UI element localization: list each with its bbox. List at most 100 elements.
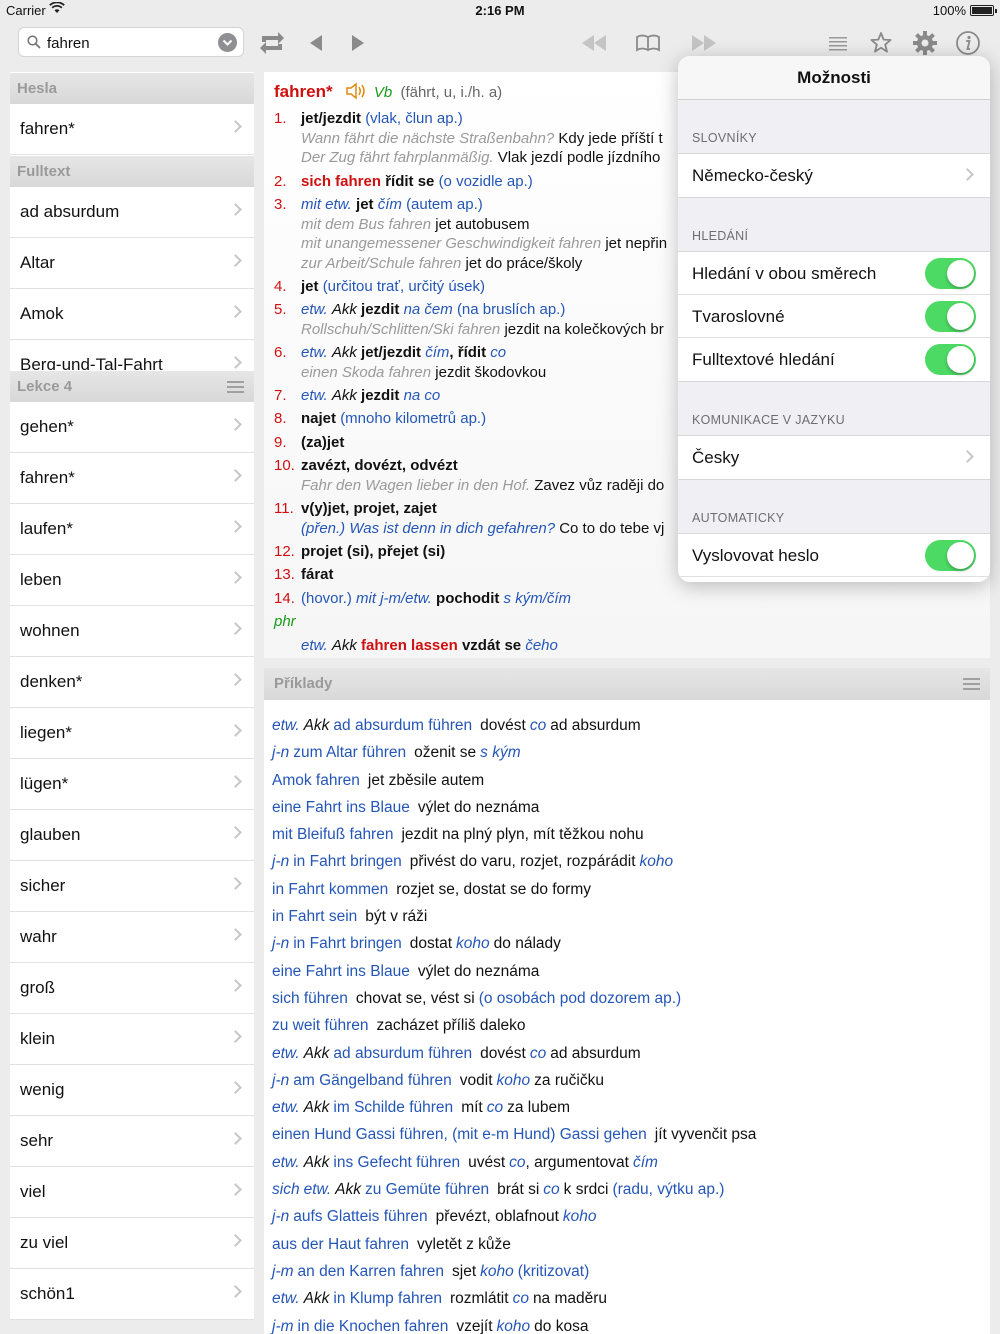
chevron-right-icon	[229, 120, 242, 133]
search-input[interactable]	[47, 32, 207, 54]
example-czech: dostat	[409, 935, 453, 953]
toggle-both-directions[interactable]	[925, 258, 976, 289]
example-german: sich führen	[272, 989, 348, 1007]
example-row[interactable]: Amok fahren jet zběsile autem	[264, 767, 990, 794]
examples-panel: Příklady etw. Akk ad absurdum führen dovést…	[264, 668, 990, 1334]
toggle-fulltext[interactable]	[925, 344, 976, 375]
list-item[interactable]: sicher	[10, 861, 254, 912]
list-item[interactable]: groß	[10, 963, 254, 1014]
back-button[interactable]	[300, 28, 332, 58]
chevron-right-icon	[229, 305, 242, 318]
chevron-right-icon	[229, 356, 242, 369]
example-row[interactable]: eine Fahrt ins Blaue výlet do neznáma	[264, 958, 990, 985]
list-item[interactable]: fahren*	[10, 104, 254, 155]
example-row[interactable]: j-n in Fahrt bringen dostat koho do nálady	[264, 930, 990, 957]
example-row[interactable]: j-m in die Knochen fahren vzejít koho do kos…	[264, 1313, 990, 1334]
chevron-right-icon	[229, 254, 242, 267]
menu-icon[interactable]	[227, 381, 244, 393]
dictionary-selector[interactable]: Německo-český	[678, 154, 990, 197]
sense-8: 8. najet (mnoho kilometrů ap.)	[274, 410, 487, 427]
grammar-forms: (fährt, u, i./h. a)	[400, 84, 503, 101]
example-row[interactable]: in Fahrt kommen rozjet se, dostat se do f…	[264, 876, 990, 903]
search-box[interactable]	[18, 27, 244, 57]
example-czech: ad absurdum	[550, 1044, 641, 1062]
example-row[interactable]: sich führen chovat se, vést si (o osobách …	[264, 985, 990, 1012]
example-row[interactable]: j-n aufs Glatteis führen převézt, oblafnou…	[264, 1203, 990, 1230]
example-row[interactable]: j-m an den Karren fahren sjet koho (kritizov…	[264, 1258, 990, 1285]
list-item[interactable]: viel	[10, 1167, 254, 1218]
example-row[interactable]: etw. Akk in Klump fahren rozmlátit co na madě…	[264, 1285, 990, 1312]
example-czech: koho	[496, 1071, 531, 1089]
example-czech: chovat se, vést si	[355, 989, 475, 1007]
example-row[interactable]: etw. Akk im Schilde führen mít co za lubem	[264, 1094, 990, 1121]
example-row[interactable]: sich etw. Akk zu Gemüte führen brát si co k sr…	[264, 1176, 990, 1203]
example-row[interactable]: j-n zum Altar führen oženit se s kým	[264, 739, 990, 766]
list-item[interactable]: Altar	[10, 238, 254, 289]
search-icon	[27, 35, 41, 49]
example-czech: koho	[456, 935, 490, 953]
example-row[interactable]: eine Fahrt ins Blaue výlet do neznáma	[264, 794, 990, 821]
speaker-icon[interactable]	[345, 82, 367, 100]
list-item[interactable]: sehr	[10, 1116, 254, 1167]
toggle-pronounce-headword[interactable]	[925, 540, 976, 571]
example: mit unangemessener Geschwindigkeit fahre…	[301, 235, 668, 252]
list-item[interactable]: klein	[10, 1014, 254, 1065]
list-item[interactable]: Amok	[10, 289, 254, 340]
example-row[interactable]: einen Hund Gassi führen, (mit e-m Hund) …	[264, 1121, 990, 1148]
chevron-right-icon	[229, 877, 242, 890]
example-row[interactable]: zu weit führen zacházet příliš daleko	[264, 1012, 990, 1039]
list-item[interactable]: Berg-und-Tal-Fahrt	[10, 340, 254, 370]
sense-14: 14. (hovor.) mit j-m/etw. pochodit s kým/…	[274, 590, 572, 607]
list-item[interactable]: wahr	[10, 912, 254, 963]
list-item[interactable]: leben	[10, 555, 254, 606]
dictionary-book-button[interactable]	[632, 28, 664, 58]
list-item[interactable]: laufen*	[10, 504, 254, 555]
list-item[interactable]: denken*	[10, 657, 254, 708]
toggle-morphological[interactable]	[925, 301, 976, 332]
example-row[interactable]: j-n am Gängelband führen vodit koho za ručič…	[264, 1067, 990, 1094]
list-item[interactable]: ad absurdum	[10, 187, 254, 238]
example-czech: do nálady	[493, 935, 561, 953]
example-german: in die Knochen fahren	[297, 1317, 449, 1334]
example-german: zu weit führen	[272, 1017, 369, 1035]
example-row[interactable]: aus der Haut fahren vyletět z kůže	[264, 1231, 990, 1258]
example-german: in Klump fahren	[333, 1290, 442, 1308]
example-row[interactable]: in Fahrt sein být v ráži	[264, 903, 990, 930]
list-item[interactable]: gehen*	[10, 402, 254, 453]
example-czech: dovést	[480, 1044, 526, 1062]
example-row[interactable]: j-n in Fahrt bringen přivést do varu, rozj…	[264, 848, 990, 875]
next-entry-button[interactable]	[688, 28, 720, 58]
example-german: aus der Haut fahren	[272, 1235, 410, 1253]
list-item[interactable]: liegen*	[10, 708, 254, 759]
previous-entry-button[interactable]	[578, 28, 610, 58]
example-row[interactable]: etw. Akk ins Gefecht führen uvést co, argume…	[264, 1149, 990, 1176]
sense-6: 6. etw. Akk jet/jezdit čím, řídit co	[274, 344, 507, 361]
list-item[interactable]: zu viel	[10, 1218, 254, 1269]
example-row[interactable]: etw. Akk ad absurdum führen dovést co ad absu…	[264, 712, 990, 739]
language-selector[interactable]: Česky	[678, 436, 990, 479]
swap-direction-button[interactable]	[256, 28, 288, 58]
list-item[interactable]: glauben	[10, 810, 254, 861]
example-grammar: etw.	[272, 1044, 300, 1062]
example: Fahr den Wagen lieber in den Hof. Zavez …	[301, 477, 665, 494]
dropdown-chevron-icon[interactable]	[218, 33, 237, 52]
example-german: mit Bleifuß fahren	[272, 826, 394, 844]
chevron-right-icon	[229, 979, 242, 992]
list-item[interactable]: lügen*	[10, 759, 254, 810]
forward-button[interactable]	[342, 28, 374, 58]
example-german: ins Gefecht führen	[333, 1153, 461, 1171]
settings-button[interactable]	[909, 28, 941, 58]
example-row[interactable]: etw. Akk ad absurdum führen dovést co ad absu…	[264, 1040, 990, 1067]
list-item[interactable]: wenig	[10, 1065, 254, 1116]
list-item[interactable]: wohnen	[10, 606, 254, 657]
menu-icon[interactable]	[963, 678, 980, 690]
example-czech: , argumentovat	[525, 1153, 629, 1171]
info-button[interactable]	[952, 28, 984, 58]
list-item[interactable]: schön1	[10, 1269, 254, 1320]
favorites-button[interactable]	[865, 28, 897, 58]
info-icon	[956, 31, 980, 55]
example-row[interactable]: mit Bleifuß fahren jezdit na plný plyn, m…	[264, 821, 990, 848]
example-czech: (radu, výtku ap.)	[612, 1181, 725, 1199]
list-button[interactable]	[822, 28, 854, 58]
list-item[interactable]: fahren*	[10, 453, 254, 504]
